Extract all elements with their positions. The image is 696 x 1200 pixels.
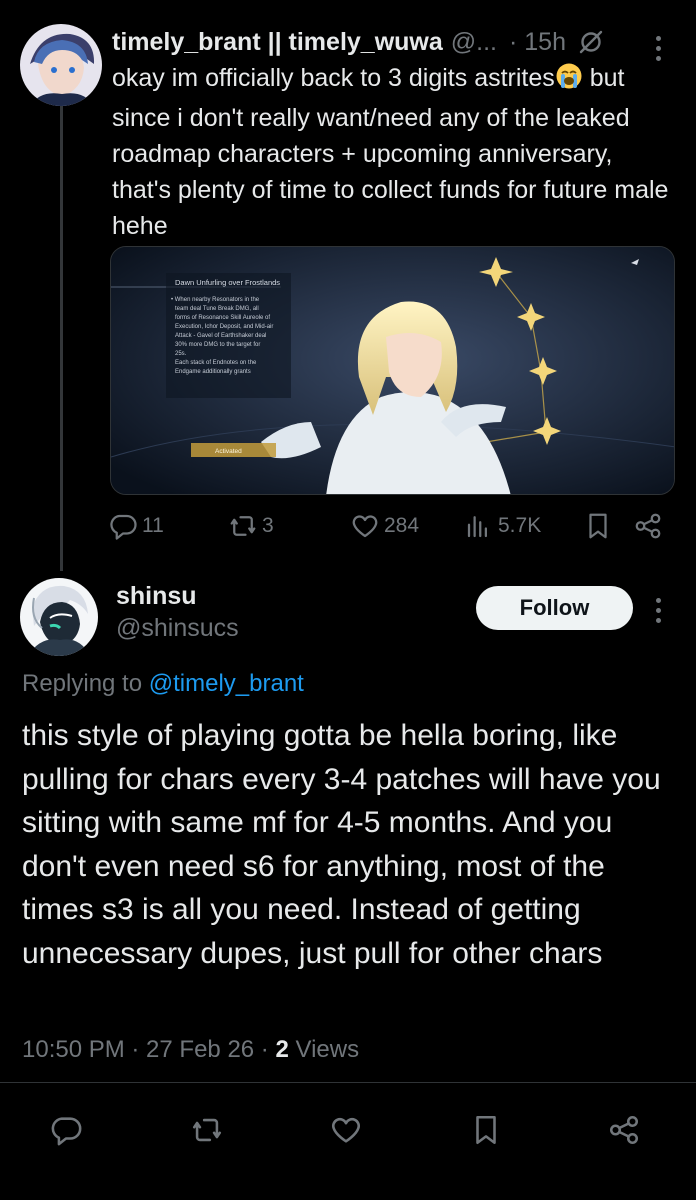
tweet-timestamp[interactable]: 10:50 PM · 27 Feb 26 · <box>22 1036 275 1063</box>
media-line: Attack - Gavel of Earthshaker deal <box>175 333 266 339</box>
repost-icon <box>228 511 258 541</box>
views-label: Views <box>288 1036 360 1063</box>
replying-prefix: Replying to <box>22 670 143 697</box>
parent-tweet-actions: 11 3 284 5.7K <box>108 508 678 544</box>
parent-tweet-header: timely_brant || timely_wuwa @... · 15h <box>112 25 672 59</box>
follow-button[interactable]: Follow <box>476 586 633 630</box>
reply-icon <box>108 511 138 541</box>
views-button[interactable]: 5.7K <box>464 508 541 544</box>
bookmark-icon <box>583 511 613 541</box>
bookmark-button[interactable] <box>583 508 613 544</box>
divider <box>0 1082 696 1083</box>
media-line: Each stack of Endnotes on the <box>175 360 257 366</box>
repost-icon <box>190 1113 224 1152</box>
main-handle[interactable]: @shinsucs <box>116 614 239 643</box>
bookmark-button[interactable] <box>464 1110 508 1154</box>
reply-icon <box>49 1113 83 1152</box>
main-tweet-text: this style of playing gotta be hella bor… <box>22 719 661 970</box>
loudly-crying-face-icon <box>555 62 583 100</box>
parent-timestamp[interactable]: · 15h <box>509 28 566 57</box>
media-line: Execution, Ichor Deposit, and Mid-air <box>175 324 273 330</box>
like-button[interactable] <box>324 1110 368 1154</box>
grok-icon[interactable] <box>578 29 604 55</box>
thread-connector-line <box>60 96 63 571</box>
media-line: forms of Resonance Skill Aureole of <box>175 315 270 321</box>
media-title: Dawn Unfurling over Frostlands <box>175 278 280 287</box>
media-line: Endgame additionally grants <box>175 369 251 375</box>
repost-button[interactable] <box>185 1110 229 1154</box>
replying-to-handle-link[interactable]: @timely_brant <box>149 670 304 697</box>
views-count-bold: 2 <box>275 1036 289 1063</box>
share-icon <box>633 511 663 541</box>
main-tweet-actions <box>0 1110 696 1154</box>
share-icon <box>607 1113 641 1152</box>
media-activated-label: Activated <box>215 448 242 455</box>
media-line: • When nearby Resonators in the <box>171 297 260 303</box>
parent-tweet-text: okay im officially back to 3 digits astr… <box>112 60 672 244</box>
reply-button[interactable] <box>44 1110 88 1154</box>
tweet-meta: 10:50 PM · 27 Feb 26 · 2 Views <box>22 1036 359 1064</box>
views-icon <box>464 511 494 541</box>
like-icon <box>329 1113 363 1152</box>
like-icon <box>350 511 380 541</box>
share-button[interactable] <box>633 508 663 544</box>
reply-button[interactable]: 11 <box>108 508 164 544</box>
more-icon[interactable] <box>656 598 661 623</box>
avatar-shinsu[interactable] <box>20 578 98 656</box>
media-line: 30% more DMG to the target for <box>175 342 260 348</box>
media-line: team deal Tune Break DMG, all <box>175 306 259 312</box>
parent-handle[interactable]: @... <box>451 28 497 57</box>
avatar-timely-brant[interactable] <box>20 24 102 106</box>
reply-count: 11 <box>142 514 164 537</box>
more-icon[interactable] <box>656 36 661 61</box>
share-button[interactable] <box>602 1110 646 1154</box>
like-button[interactable]: 284 <box>350 508 419 544</box>
tweet-media-image[interactable]: Dawn Unfurling over Frostlands • When ne… <box>110 246 675 495</box>
views-count: 5.7K <box>498 514 542 537</box>
media-line: 25s. <box>175 351 187 357</box>
bookmark-icon <box>469 1113 503 1152</box>
replying-to: Replying to @timely_brant <box>22 670 304 698</box>
parent-tweet-text-main: okay im officially back to 3 digits astr… <box>112 64 555 92</box>
parent-display-name[interactable]: timely_brant || timely_wuwa <box>112 28 443 57</box>
repost-count: 3 <box>262 514 274 537</box>
main-display-name[interactable]: shinsu <box>116 582 197 611</box>
repost-button[interactable]: 3 <box>228 508 274 544</box>
like-count: 284 <box>384 514 420 537</box>
